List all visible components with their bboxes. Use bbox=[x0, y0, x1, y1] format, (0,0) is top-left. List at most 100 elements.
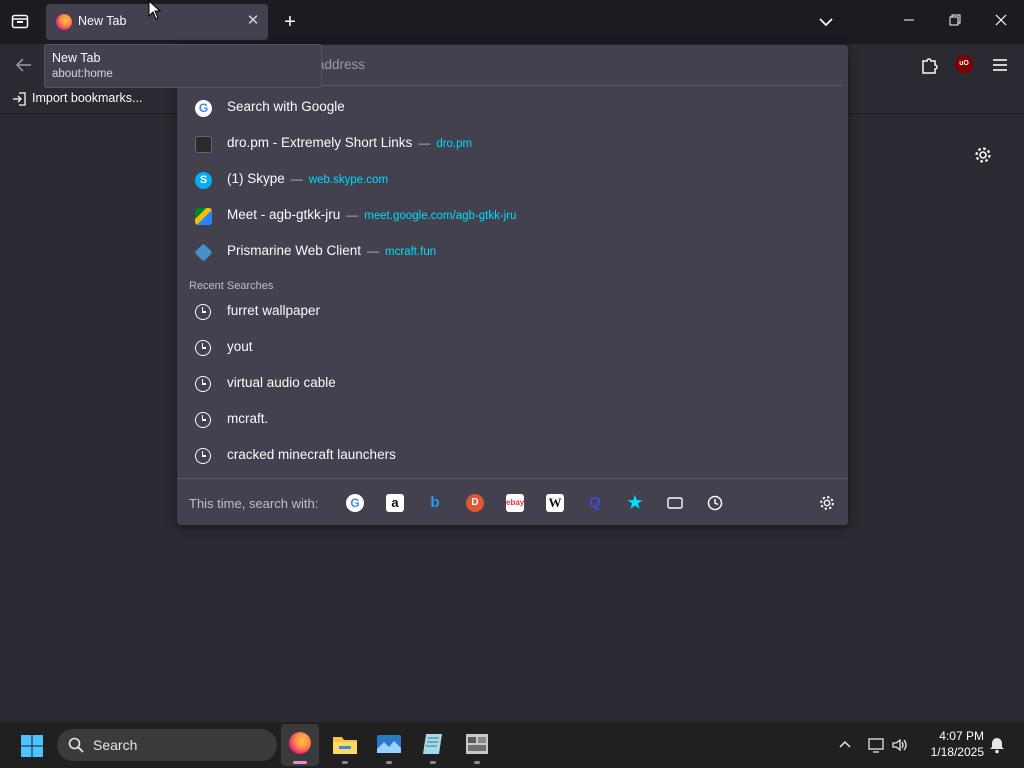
network-icon[interactable] bbox=[867, 736, 885, 754]
suggestion-skype[interactable]: S (1) Skype — web.skype.com bbox=[177, 162, 848, 198]
suggestion-prismarine[interactable]: Prismarine Web Client — mcraft.fun bbox=[177, 234, 848, 270]
duckduckgo-engine-icon[interactable]: D bbox=[466, 494, 484, 512]
prismarine-icon bbox=[194, 243, 213, 262]
history-clock-icon bbox=[195, 448, 211, 464]
separator-dash: — bbox=[290, 172, 303, 186]
suggestion-search-google[interactable]: G Search with Google bbox=[177, 90, 848, 126]
recent-search-item[interactable]: furret wallpaper bbox=[177, 294, 848, 330]
recent-search-item[interactable]: yout bbox=[177, 330, 848, 366]
separator-dash: — bbox=[346, 208, 359, 222]
notification-bell-icon[interactable] bbox=[988, 736, 1006, 754]
active-indicator bbox=[293, 761, 307, 764]
import-bookmarks-label: Import bookmarks... bbox=[32, 91, 143, 105]
recent-search-label: cracked minecraft launchers bbox=[227, 447, 396, 462]
tab-title: New Tab bbox=[78, 14, 127, 28]
mouse-cursor-icon bbox=[148, 0, 162, 20]
recent-search-label: virtual audio cable bbox=[227, 375, 336, 390]
taskbar-search-label: Search bbox=[93, 737, 138, 753]
recent-search-item[interactable]: cracked minecraft launchers bbox=[177, 438, 848, 474]
recent-search-label: yout bbox=[227, 339, 253, 354]
suggestion-text: (1) Skype — web.skype.com bbox=[227, 171, 388, 186]
history-clock-icon bbox=[195, 304, 211, 320]
recent-searches-header: Recent Searches bbox=[189, 280, 274, 292]
suggestion-label: (1) Skype bbox=[227, 171, 285, 186]
suggestion-text: Meet - agb-gtkk-jru — meet.google.com/agb-… bbox=[227, 207, 516, 222]
import-icon bbox=[12, 92, 26, 106]
skype-icon: S bbox=[195, 172, 212, 189]
close-tab-icon[interactable]: ✕ bbox=[244, 12, 262, 30]
history-clock-icon bbox=[195, 376, 211, 392]
urlbar-dropdown: address G Search with Google dro.pm - Ex… bbox=[177, 45, 848, 525]
running-indicator bbox=[474, 761, 480, 764]
recent-search-label: furret wallpaper bbox=[227, 303, 321, 318]
amazon-engine-icon[interactable]: a bbox=[386, 494, 404, 512]
tab-tooltip: New Tab about:home bbox=[44, 44, 322, 88]
firefox-icon bbox=[289, 732, 311, 754]
ublock-origin-icon[interactable]: uO bbox=[955, 55, 973, 73]
suggestion-label: Meet - agb-gtkk-jru bbox=[227, 207, 341, 222]
history-clock-icon bbox=[195, 340, 211, 356]
meet-icon bbox=[195, 208, 212, 225]
url-input[interactable]: address bbox=[317, 57, 365, 72]
clock-time: 4:07 PM bbox=[939, 729, 984, 743]
suggestion-url: mcraft.fun bbox=[385, 246, 437, 258]
running-indicator bbox=[430, 761, 436, 764]
extensions-icon[interactable] bbox=[918, 54, 940, 76]
search-icon bbox=[67, 736, 85, 754]
windows-start-icon[interactable] bbox=[20, 734, 44, 758]
app-icon-landscape[interactable] bbox=[375, 730, 403, 758]
tooltip-title: New Tab bbox=[52, 51, 101, 65]
suggestion-meet[interactable]: Meet - agb-gtkk-jru — meet.google.com/agb-… bbox=[177, 198, 848, 234]
new-tab-button[interactable]: + bbox=[280, 12, 300, 32]
suggestion-dropm[interactable]: dro.pm - Extremely Short Links — dro.pm bbox=[177, 126, 848, 162]
menu-hamburger-icon[interactable] bbox=[990, 55, 1010, 75]
file-explorer-icon[interactable] bbox=[331, 730, 359, 758]
separator-dash: — bbox=[367, 244, 380, 258]
restore-icon[interactable] bbox=[940, 10, 970, 34]
firefox-taskbar-item[interactable] bbox=[281, 724, 319, 766]
bing-engine-icon[interactable]: b bbox=[426, 494, 444, 512]
clock-date: 1/18/2025 bbox=[930, 745, 984, 759]
taskbar-search-box[interactable]: Search bbox=[57, 729, 277, 761]
windows-taskbar: Search 4:07 PM 1/18/2025 bbox=[0, 721, 1024, 768]
google-icon: G bbox=[195, 100, 212, 117]
suggestion-url: web.skype.com bbox=[308, 174, 389, 186]
suggestion-url: dro.pm bbox=[436, 138, 473, 150]
suggestion-text: dro.pm - Extremely Short Links — dro.pm bbox=[227, 135, 472, 150]
show-hidden-icons-chevron-icon[interactable] bbox=[836, 736, 854, 754]
suggestion-label: Search with Google bbox=[227, 99, 345, 114]
suggestion-url: meet.google.com/agb-gtkk-jru bbox=[364, 210, 517, 222]
back-arrow-icon[interactable] bbox=[13, 54, 35, 76]
search-with-label: This time, search with: bbox=[189, 496, 319, 511]
search-settings-gear-icon[interactable] bbox=[818, 494, 836, 512]
wikipedia-engine-icon[interactable]: W bbox=[546, 494, 564, 512]
history-clock-icon bbox=[195, 412, 211, 428]
firefox-icon bbox=[56, 14, 72, 30]
suggestion-label: dro.pm - Extremely Short Links bbox=[227, 135, 413, 150]
clock-area[interactable]: 4:07 PM 1/18/2025 bbox=[918, 728, 984, 764]
tabs-icon[interactable] bbox=[666, 494, 684, 512]
recent-search-label: mcraft. bbox=[227, 411, 269, 426]
minimize-icon[interactable] bbox=[894, 10, 924, 34]
suggestion-text: Prismarine Web Client — mcraft.fun bbox=[227, 243, 436, 258]
bookmarks-star-icon[interactable]: ★ bbox=[626, 494, 644, 512]
close-window-icon[interactable] bbox=[986, 10, 1016, 34]
history-icon[interactable] bbox=[706, 494, 724, 512]
recent-search-item[interactable]: mcraft. bbox=[177, 402, 848, 438]
app-icon-notepad[interactable] bbox=[419, 730, 447, 758]
running-indicator bbox=[342, 761, 348, 764]
perplexity-engine-icon[interactable]: Q bbox=[586, 494, 604, 512]
volume-icon[interactable] bbox=[891, 736, 909, 754]
suggestion-label: Prismarine Web Client bbox=[227, 243, 362, 258]
ebay-engine-icon[interactable]: ebay bbox=[506, 494, 524, 512]
settings-gear-icon[interactable] bbox=[973, 145, 993, 165]
running-indicator bbox=[386, 761, 392, 764]
list-tabs-icon[interactable] bbox=[816, 12, 836, 32]
recent-search-item[interactable]: virtual audio cable bbox=[177, 366, 848, 402]
google-engine-icon[interactable]: G bbox=[346, 494, 364, 512]
dropm-favicon bbox=[195, 136, 212, 153]
search-engines-footer: This time, search with: G a b D ebay W Q… bbox=[177, 478, 848, 525]
separator-dash: — bbox=[418, 136, 431, 150]
tab-overview-icon[interactable] bbox=[11, 13, 29, 29]
app-icon-control-panel[interactable] bbox=[463, 730, 491, 758]
